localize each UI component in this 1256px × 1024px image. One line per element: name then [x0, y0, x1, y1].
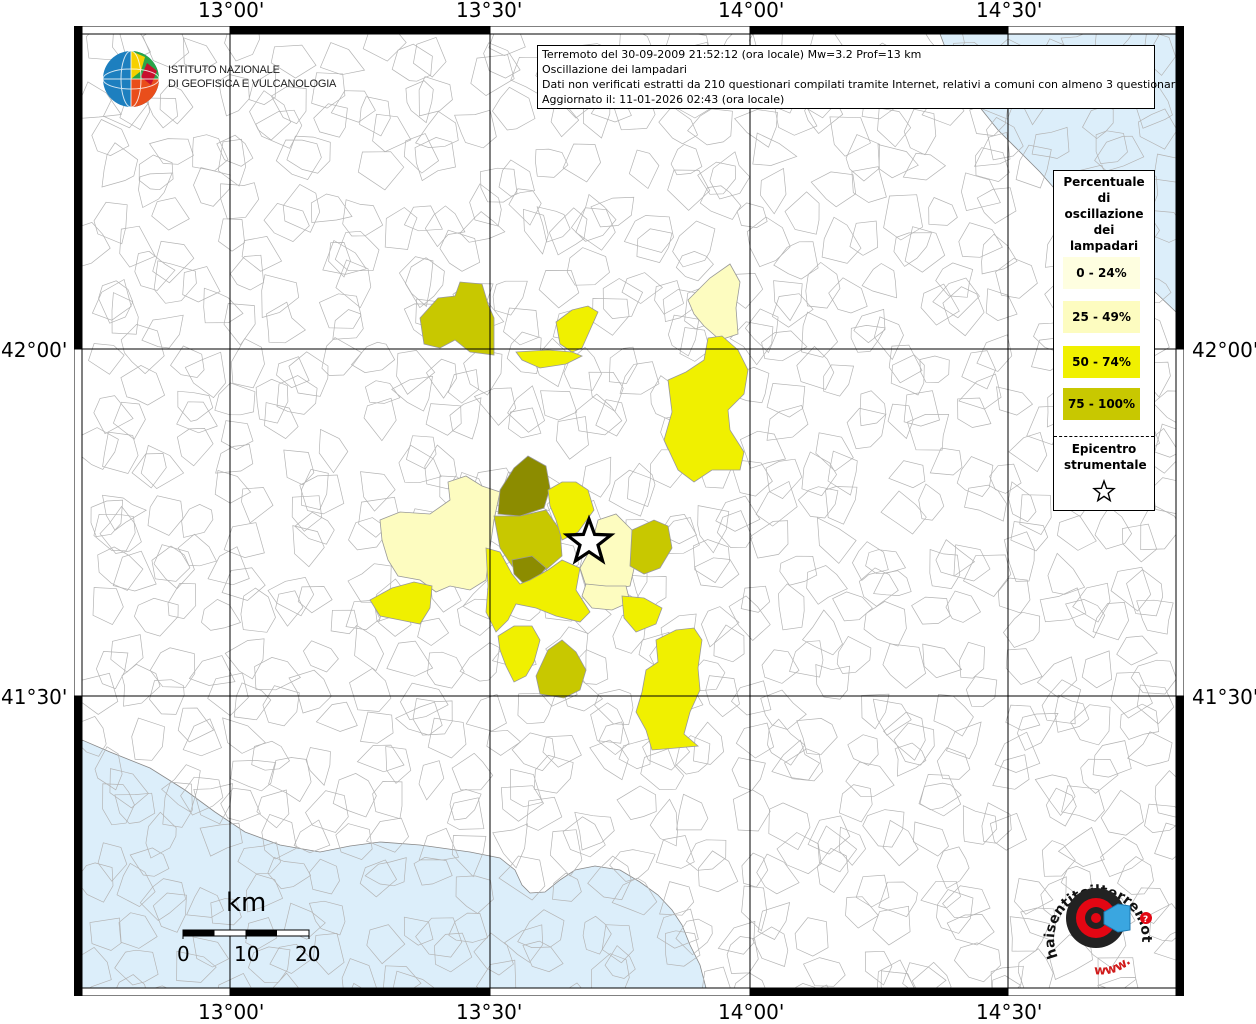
- lon-tick-bottom-3: 14°00': [718, 1000, 785, 1024]
- legend-item-0-24: 0 - 24%: [1063, 257, 1140, 289]
- intensity-map[interactable]: [74, 26, 1184, 996]
- ingv-line-2: DI GEOFISICA E VULCANOLOGIA: [168, 78, 337, 90]
- lat-tick-right-1: 42°00': [1192, 338, 1256, 362]
- lon-tick-bottom-2: 13°30': [456, 1000, 523, 1024]
- legend-item-25-49: 25 - 49%: [1063, 301, 1140, 333]
- lon-tick-top-1: 13°00': [198, 0, 265, 22]
- legend-item-50-74: 50 - 74%: [1063, 346, 1140, 378]
- legend-title: Percentuale di oscillazione dei lampadar…: [1054, 174, 1154, 254]
- svg-text:?: ?: [1143, 915, 1148, 925]
- info-line-event: Terremoto del 30-09-2009 21:52:12 (ora l…: [542, 48, 922, 61]
- info-line-source: Dati non verificati estratti da 210 ques…: [542, 78, 1182, 91]
- legend-epicenter-text: Epicentro strumentale: [1064, 442, 1147, 472]
- lat-tick-right-2: 41°30': [1192, 685, 1256, 709]
- lon-tick-bottom-1: 13°00': [198, 1000, 265, 1024]
- lon-tick-top-3: 14°00': [718, 0, 785, 22]
- lon-tick-top-4: 14°30': [976, 0, 1043, 22]
- earthquake-info-box: Terremoto del 30-09-2009 21:52:12 (ora l…: [537, 45, 1182, 109]
- legend-star-icon: [1092, 479, 1116, 503]
- ingv-globe-logo: [102, 50, 160, 108]
- info-line-updated: Aggiornato il: 11-01-2026 02:43 (ora loc…: [542, 93, 785, 106]
- scalebar-label-20: 20: [295, 942, 321, 966]
- scalebar-label-10: 10: [234, 942, 260, 966]
- lon-tick-bottom-4: 14°30': [976, 1000, 1043, 1024]
- legend-epicenter-label: Epicentro strumentale: [1054, 441, 1154, 473]
- hsit-logo[interactable]: haisentitoilterremoto.it www. ?: [1034, 862, 1164, 982]
- ingv-logo-text: ISTITUTO NAZIONALE DI GEOFISICA E VULCAN…: [168, 63, 336, 91]
- legend-separator: [1054, 436, 1154, 437]
- scalebar: [182, 929, 310, 939]
- scalebar-label-0: 0: [177, 942, 190, 966]
- lat-tick-left-2: 41°30': [1, 685, 68, 709]
- legend-label: 25 - 49%: [1072, 310, 1131, 324]
- lat-tick-left-1: 42°00': [1, 338, 68, 362]
- lon-tick-top-2: 13°30': [456, 0, 523, 22]
- legend-label: 0 - 24%: [1076, 266, 1127, 280]
- hsit-logo-www: www.: [1094, 954, 1134, 979]
- scalebar-unit: km: [226, 888, 267, 918]
- info-line-subject: Oscillazione dei lampadari: [542, 63, 687, 76]
- map-legend: Percentuale di oscillazione dei lampadar…: [1053, 170, 1155, 511]
- legend-item-75-100: 75 - 100%: [1063, 388, 1140, 420]
- legend-title-text: Percentuale di oscillazione dei lampadar…: [1063, 175, 1145, 253]
- legend-label: 50 - 74%: [1072, 355, 1131, 369]
- ingv-line-1: ISTITUTO NAZIONALE: [168, 64, 280, 76]
- legend-label: 75 - 100%: [1067, 397, 1136, 411]
